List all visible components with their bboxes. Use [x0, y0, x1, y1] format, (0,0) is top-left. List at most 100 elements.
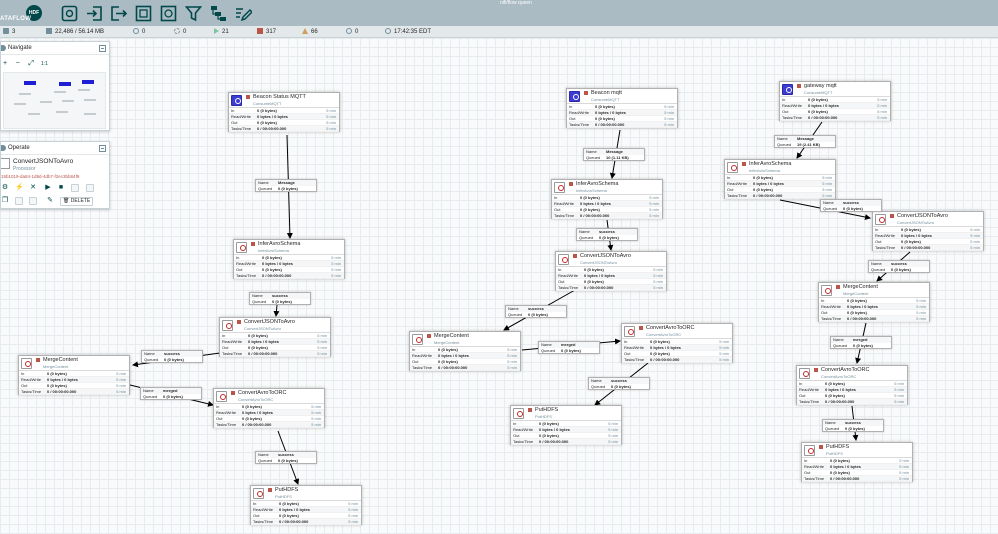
- stat-label: Tasks/Time: [513, 439, 534, 444]
- configure-gear-icon[interactable]: ⚙: [1, 184, 9, 192]
- birdseye-view[interactable]: [3, 72, 106, 129]
- minimize-icon[interactable]: [99, 145, 106, 152]
- processor-box[interactable]: PutHDFS PutHDFS In 0 (0 bytes) 5 min Read/Wri…: [510, 405, 622, 445]
- connection-label[interactable]: Name success Queued 0 (0 bytes): [868, 260, 930, 273]
- stat-row-tasks: Tasks/Time 0 / 00:00:00.000 5 min: [19, 389, 129, 395]
- processor-type: MergeContent: [843, 291, 869, 296]
- stat-row-tasks: Tasks/Time 0 / 00:00:00.000 5 min: [873, 245, 983, 251]
- enable-icon[interactable]: ⚡: [15, 184, 24, 192]
- processor-box[interactable]: Beacon Status MQTT ConsumeMQTT In 0 (0 byte…: [228, 92, 340, 132]
- stat-window: 5 min: [719, 357, 729, 362]
- connection-label[interactable]: Name success Queued 0 (0 bytes): [249, 292, 311, 305]
- start-icon[interactable]: ▶: [44, 184, 52, 192]
- input-port-tool-icon[interactable]: [86, 5, 103, 22]
- stop-icon[interactable]: ■: [57, 184, 65, 192]
- stat-value: 0 / 00:00:00.000: [257, 126, 287, 131]
- stat-label: Tasks/Time: [799, 399, 820, 404]
- last-refreshed[interactable]: 17:42:35 EDT: [385, 27, 431, 37]
- flow-canvas[interactable]: Beacon Status MQTT ConsumeMQTT In 0 (0 byte…: [0, 38, 998, 534]
- processor-box[interactable]: InferAvroSchema InferAvroSchema In 0 (0 byt…: [233, 239, 345, 279]
- processor-box[interactable]: ConvertJSONToAvro ConvertJSONToAvro In 0 (0…: [872, 211, 984, 251]
- processor-box[interactable]: MergeContent MergeContent In 0 (0 bytes) 5 m…: [818, 282, 930, 322]
- processor-type: ConsumeMQTT: [591, 97, 620, 102]
- running-status: 21: [214, 27, 229, 37]
- selected-component-type: Processor: [13, 166, 36, 172]
- stat-value: 0 / 00:00:00.000: [580, 213, 610, 218]
- processor-name: MergeContent: [434, 333, 469, 339]
- label-tool-icon[interactable]: [235, 5, 254, 22]
- processor-type-icon: [875, 214, 886, 225]
- processor-type: InferAvroSchema: [749, 168, 780, 173]
- processor-type: InferAvroSchema: [258, 248, 289, 253]
- remote-process-group-tool-icon[interactable]: [160, 5, 177, 22]
- output-port-tool-icon[interactable]: [110, 5, 128, 22]
- processor-box[interactable]: PutHDFS PutHDFS In 0 (0 bytes) 5 min Read/Wri…: [801, 442, 913, 482]
- upload-template-icon[interactable]: [86, 184, 94, 192]
- process-group-tool-icon[interactable]: [135, 5, 152, 22]
- zoom-in-icon[interactable]: +: [3, 59, 12, 68]
- delete-button[interactable]: 🗑 DELETE: [60, 197, 94, 206]
- connection-label[interactable]: Name merged Queued 0 (0 bytes): [830, 336, 892, 349]
- paste-icon[interactable]: [15, 197, 23, 205]
- connection-queued: 0 (0 bytes): [561, 348, 581, 353]
- processor-box[interactable]: Beacon mqtt ConsumeMQTT In 0 (0 bytes) 5 min…: [566, 88, 678, 128]
- stat-row-tasks: Tasks/Time 0 / 00:00:00.000 5 min: [410, 365, 520, 371]
- processor-box[interactable]: MergeContent MergeContent In 0 (0 bytes) 5 m…: [409, 331, 521, 371]
- stat-label: Tasks/Time: [821, 316, 842, 321]
- processor-box[interactable]: MergeContent MergeContent In 0 (0 bytes) 5 m…: [18, 355, 130, 395]
- connection-label[interactable]: Name success Queued 0 (0 bytes): [255, 451, 317, 464]
- processor-box[interactable]: ConvertAvroToORC ConvertAvroToORC In 0 (0 b…: [213, 388, 325, 428]
- birdseye-processor: [62, 100, 74, 102]
- stat-label: Tasks/Time: [236, 273, 257, 278]
- create-template-icon[interactable]: [71, 184, 79, 192]
- minimize-icon[interactable]: [99, 45, 106, 52]
- connection-label[interactable]: Name merged Queued 0 (0 bytes): [538, 341, 600, 354]
- processor-type-icon: [821, 285, 832, 296]
- actual-size-icon[interactable]: 1:1: [41, 60, 50, 69]
- funnel-tool-icon[interactable]: [184, 5, 203, 22]
- processor-name: ConvertJSONToAvro: [580, 253, 631, 259]
- connection-label[interactable]: Name success Queued 0 (0 bytes): [822, 419, 884, 432]
- refresh-icon[interactable]: [385, 28, 391, 34]
- connection-label[interactable]: Name Message Queued 0 (0 bytes): [255, 179, 317, 192]
- zoom-out-icon[interactable]: −: [16, 59, 25, 68]
- template-tool-icon[interactable]: [210, 5, 227, 22]
- processor-box[interactable]: InferAvroSchema InferAvroSchema In 0 (0 byt…: [551, 179, 663, 219]
- connection-label[interactable]: Name merged Queued 0 (0 bytes): [140, 387, 202, 400]
- connection-label[interactable]: Name success Queued 0 (0 bytes): [505, 305, 567, 318]
- connection-label[interactable]: Name success Queued 0 (0 bytes): [576, 228, 638, 241]
- processor-box[interactable]: ConvertJSONToAvro ConvertJSONToAvro In 0 (0…: [219, 317, 331, 357]
- connection-queued: 0 (0 bytes): [272, 299, 292, 304]
- processor-header: MergeContent MergeContent: [19, 356, 129, 371]
- connection-queued-row: Queued 0 (0 bytes): [143, 394, 183, 399]
- stat-window: 5 min: [311, 422, 321, 427]
- group-icon[interactable]: [29, 197, 37, 205]
- stat-value: 0 / 00:00:00.000: [438, 365, 468, 370]
- connection-label[interactable]: Name success Queued 0 (0 bytes): [820, 199, 882, 212]
- fit-icon[interactable]: ⤢: [28, 59, 37, 68]
- processor-box[interactable]: ConvertJSONToAvro ConvertJSONToAvro In 0 (0…: [555, 251, 667, 291]
- processor-header: ConvertAvroToORC ConvertAvroToORC: [622, 324, 732, 339]
- running-icon: [214, 28, 219, 34]
- stopped-state-icon: [569, 182, 573, 186]
- processor-box[interactable]: gateway mqtt ConsumeMQTT In 0 (0 bytes) 5 mi…: [779, 81, 891, 121]
- processor-box[interactable]: ConvertAvroToORC ConvertAvroToORC In 0 (0 b…: [796, 365, 908, 405]
- operate-title: Operate: [8, 145, 30, 151]
- connection-label[interactable]: Name Message Queued 19 (2.41 KB): [774, 135, 836, 148]
- connection-label[interactable]: Name success Queued 0 (0 bytes): [141, 350, 203, 363]
- disable-icon[interactable]: ✕: [29, 184, 37, 192]
- processor-header: Beacon Status MQTT ConsumeMQTT: [229, 93, 339, 108]
- disabled-status: 0: [346, 27, 358, 37]
- connection-queued-row: Queued 10 (1.11 KB): [586, 155, 629, 160]
- processor-tool-icon[interactable]: [61, 5, 78, 22]
- color-brush-icon[interactable]: ✎: [46, 197, 54, 205]
- processor-box[interactable]: PutHDFS PutHDFS In 0 (0 bytes) 5 min Read/Wri…: [250, 485, 362, 525]
- transmitting-icon: [133, 28, 139, 34]
- processor-name: Beacon Status MQTT: [253, 94, 306, 100]
- copy-icon[interactable]: ❐: [1, 197, 9, 205]
- processor-box[interactable]: ConvertAvroToORC ConvertAvroToORC In 0 (0 b…: [621, 323, 733, 363]
- stat-row-tasks: Tasks/Time 0 / 00:00:00.000 5 min: [780, 115, 890, 121]
- connection-label[interactable]: Name Message Queued 10 (1.11 KB): [583, 148, 645, 161]
- connection-label[interactable]: Name success Queued 0 (0 bytes): [588, 377, 650, 390]
- processor-box[interactable]: InferAvroSchema InferAvroSchema In 0 (0 byt…: [724, 159, 836, 199]
